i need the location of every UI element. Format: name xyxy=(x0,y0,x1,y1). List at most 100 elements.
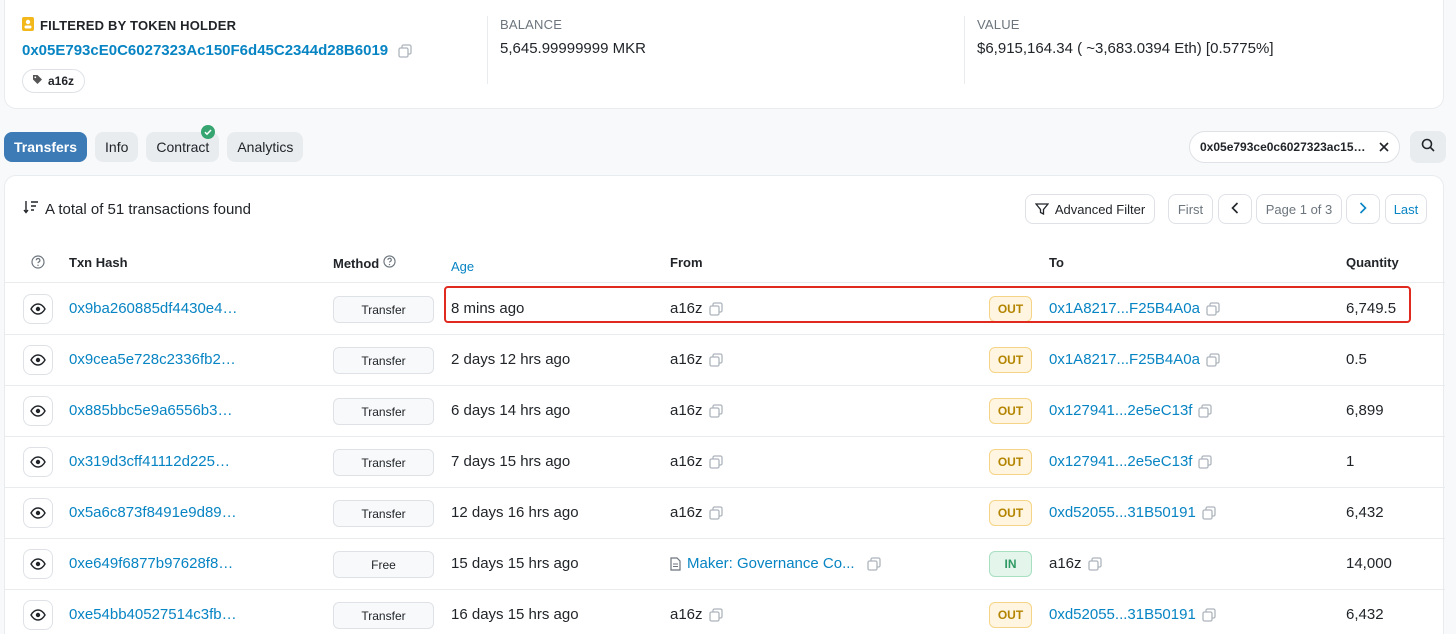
from-address: a16z xyxy=(670,606,703,623)
copy-icon[interactable] xyxy=(1206,301,1220,316)
txn-hash-link[interactable]: 0x885bbc5e9a6556b3… xyxy=(69,402,232,419)
copy-icon[interactable] xyxy=(1202,607,1216,622)
transactions-summary: A total of 51 transactions found xyxy=(23,200,251,218)
eye-icon xyxy=(30,456,46,468)
filtered-label: FILTERED BY TOKEN HOLDER xyxy=(40,18,237,33)
age-cell: 6 days 14 hrs ago xyxy=(451,402,571,419)
holder-address-link[interactable]: 0x05E793cE0C6027323Ac150F6d45C2344d28B60… xyxy=(22,42,388,59)
copy-icon[interactable] xyxy=(708,607,723,622)
help-icon[interactable] xyxy=(31,255,45,269)
to-address[interactable]: 0xd52055...31B50191 xyxy=(1049,504,1196,521)
copy-icon[interactable] xyxy=(1202,505,1216,520)
tab-info[interactable]: Info xyxy=(95,132,139,162)
search-button[interactable] xyxy=(1410,131,1446,163)
address-filter-text: 0x05e793ce0c6027323ac150f6d45c2344d28b60… xyxy=(1200,140,1371,154)
copy-icon[interactable] xyxy=(708,301,723,316)
view-details-button[interactable] xyxy=(23,447,53,477)
next-page-button[interactable] xyxy=(1346,194,1380,224)
view-details-button[interactable] xyxy=(23,294,53,324)
quantity-cell: 6,749.5 xyxy=(1346,300,1397,317)
advanced-filter-button[interactable]: Advanced Filter xyxy=(1025,194,1155,224)
copy-icon[interactable] xyxy=(1198,454,1213,469)
holder-tag-badge[interactable]: a16z xyxy=(22,69,86,93)
from-address[interactable]: Maker: Governance Co... xyxy=(687,555,855,572)
direction-badge: OUT xyxy=(989,449,1032,475)
verified-check-icon xyxy=(201,125,216,139)
search-icon xyxy=(1421,138,1435,157)
method-badge: Transfer xyxy=(333,449,434,476)
from-address: a16z xyxy=(670,300,703,317)
view-details-button[interactable] xyxy=(23,396,53,426)
txn-hash-link[interactable]: 0x9cea5e728c2336fb2… xyxy=(69,351,236,368)
chevron-left-icon xyxy=(1231,201,1239,217)
from-cell: a16z xyxy=(670,300,723,317)
eye-icon xyxy=(30,609,46,621)
txn-hash-link[interactable]: 0x9ba260885df4430e4… xyxy=(69,300,238,317)
divider xyxy=(964,16,965,84)
view-details-button[interactable] xyxy=(23,600,53,630)
close-icon[interactable] xyxy=(1379,142,1389,152)
age-cell: 7 days 15 hrs ago xyxy=(451,453,571,470)
tab-transfers[interactable]: Transfers xyxy=(4,132,88,162)
holder-icon xyxy=(22,17,34,34)
copy-icon[interactable] xyxy=(1206,352,1220,367)
col-method-label: Method xyxy=(333,255,380,271)
txn-hash-link[interactable]: 0x319d3cff41112d225… xyxy=(69,453,230,470)
quantity-cell: 6,899 xyxy=(1346,402,1384,419)
method-badge: Transfer xyxy=(333,500,434,527)
col-quantity: Quantity xyxy=(1346,255,1399,270)
to-cell: a16z xyxy=(1049,555,1102,572)
eye-icon xyxy=(30,405,46,417)
tab-analytics[interactable]: Analytics xyxy=(227,132,304,162)
txn-hash-link[interactable]: 0xe54bb40527514c3fb… xyxy=(69,606,237,623)
to-cell: 0x1A8217...F25B4A0a xyxy=(1049,300,1220,317)
last-page-button[interactable]: Last xyxy=(1385,194,1427,224)
copy-icon[interactable] xyxy=(1198,403,1213,418)
col-from: From xyxy=(670,255,703,270)
sort-icon xyxy=(23,200,39,218)
age-cell: 2 days 12 hrs ago xyxy=(451,351,571,368)
copy-icon[interactable] xyxy=(708,403,723,418)
copy-icon[interactable] xyxy=(708,454,723,469)
to-address[interactable]: 0x127941...2e5eC13f xyxy=(1049,453,1192,470)
to-address[interactable]: 0x1A8217...F25B4A0a xyxy=(1049,300,1200,317)
tab-contract[interactable]: Contract xyxy=(146,125,220,162)
to-address[interactable]: 0xd52055...31B50191 xyxy=(1049,606,1196,623)
direction-badge: OUT xyxy=(989,347,1032,373)
view-details-button[interactable] xyxy=(23,345,53,375)
quantity-cell: 6,432 xyxy=(1346,504,1384,521)
table-row: 0x9cea5e728c2336fb2… Transfer 2 days 12 hr… xyxy=(5,335,1445,386)
info-icon[interactable] xyxy=(383,255,396,271)
from-address: a16z xyxy=(670,504,703,521)
address-filter-chip[interactable]: 0x05e793ce0c6027323ac150f6d45c2344d28b60… xyxy=(1189,131,1400,163)
copy-icon[interactable] xyxy=(1087,556,1102,571)
eye-icon xyxy=(30,558,46,570)
view-details-button[interactable] xyxy=(23,549,53,579)
value-column: VALUE $6,915,164.34 ( ~3,683.0394 Eth) [… xyxy=(977,17,1273,57)
txn-hash-link[interactable]: 0x5a6c873f8491e9d89… xyxy=(69,504,237,521)
col-age[interactable]: Age xyxy=(451,259,474,274)
to-cell: 0xd52055...31B50191 xyxy=(1049,504,1216,521)
to-address[interactable]: 0x127941...2e5eC13f xyxy=(1049,402,1192,419)
table-header: Txn Hash Method Age From To Quantity xyxy=(5,243,1445,283)
from-address: a16z xyxy=(670,351,703,368)
copy-icon[interactable] xyxy=(398,43,412,58)
table-row: 0x5a6c873f8491e9d89… Transfer 12 days 16 h… xyxy=(5,488,1445,539)
eye-icon xyxy=(30,354,46,366)
quantity-cell: 1 xyxy=(1346,453,1355,470)
filtered-label-row: FILTERED BY TOKEN HOLDER xyxy=(22,17,412,34)
holder-column: FILTERED BY TOKEN HOLDER 0x05E793cE0C602… xyxy=(22,17,412,93)
to-address[interactable]: 0x1A8217...F25B4A0a xyxy=(1049,351,1200,368)
eye-icon xyxy=(30,303,46,315)
copy-icon[interactable] xyxy=(708,505,723,520)
txn-hash-link[interactable]: 0xe649f6877b97628f8… xyxy=(69,555,233,572)
view-details-button[interactable] xyxy=(23,498,53,528)
from-address: a16z xyxy=(670,402,703,419)
copy-icon[interactable] xyxy=(708,352,723,367)
tag-icon xyxy=(32,74,43,88)
first-page-button[interactable]: First xyxy=(1168,194,1213,224)
transfers-card: A total of 51 transactions found Advance… xyxy=(4,175,1445,634)
contract-doc-icon xyxy=(670,556,681,571)
copy-icon[interactable] xyxy=(866,556,881,571)
prev-page-button[interactable] xyxy=(1218,194,1252,224)
